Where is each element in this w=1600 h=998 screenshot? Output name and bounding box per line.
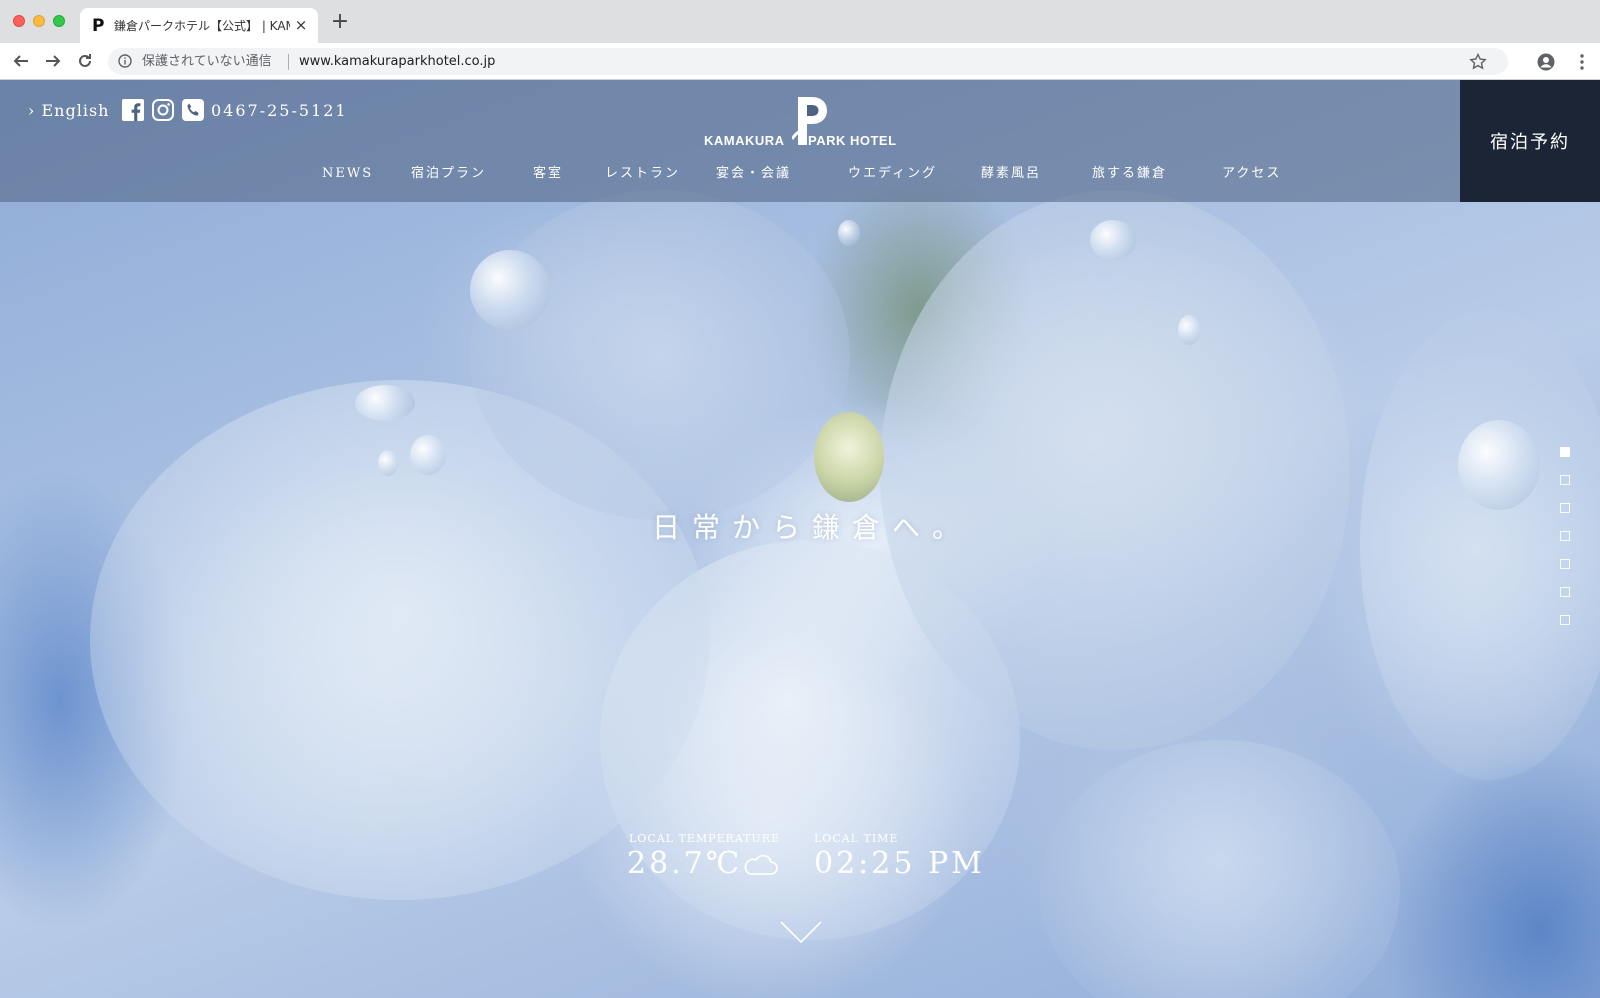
address-bar[interactable]: 保護されていない通信 www.kamakuraparkhotel.co.jp xyxy=(108,48,1508,75)
slide-dot[interactable] xyxy=(1560,615,1570,625)
water-droplet xyxy=(1178,315,1200,345)
scroll-down-chevron-icon[interactable] xyxy=(780,920,822,944)
browser-tab-active[interactable]: P 鎌倉パークホテル【公式】 | KAMAKURA PARK HOTEL × xyxy=(80,8,318,43)
nav-item-rooms[interactable]: 客室 xyxy=(533,165,563,183)
nav-item-banquet[interactable]: 宴会・会議 xyxy=(716,165,791,183)
more-menu-icon[interactable] xyxy=(1574,53,1590,71)
hero-tagline: 日常から鎌倉へ。 xyxy=(652,511,973,544)
profile-icon[interactable] xyxy=(1537,53,1555,71)
logo-text-park-hotel: PARK HOTEL xyxy=(808,133,897,148)
nav-item-enzyme-bath[interactable]: 酵素風呂 xyxy=(981,165,1041,183)
reserve-label: 宿泊予約 xyxy=(1490,132,1570,153)
cloud-icon xyxy=(744,854,778,875)
slide-indicator xyxy=(1560,447,1572,627)
security-status-text[interactable]: 保護されていない通信 xyxy=(142,53,272,70)
hero-section: › English 0467-25-5121 KAMAKURA PARK HOT… xyxy=(0,80,1600,998)
main-navigation: NEWS 宿泊プラン 客室 レストラン 宴会・会議 ウエディング 酵素風呂 旅す… xyxy=(0,165,1460,185)
logo-text-kamakura: KAMAKURA xyxy=(704,133,785,148)
temperature-value: 28.7℃ xyxy=(627,846,743,881)
temperature-label: LOCAL TEMPERATURE xyxy=(629,832,781,845)
reserve-button[interactable]: 宿泊予約 xyxy=(1460,80,1600,202)
close-tab-icon[interactable]: × xyxy=(292,16,310,34)
english-link[interactable]: › English xyxy=(28,100,109,122)
hero-petal xyxy=(1040,740,1400,998)
facebook-icon[interactable] xyxy=(122,99,144,121)
hotel-logo[interactable]: KAMAKURA PARK HOTEL xyxy=(704,95,904,155)
slide-dot[interactable] xyxy=(1560,559,1570,569)
site-header: › English 0467-25-5121 KAMAKURA PARK HOT… xyxy=(0,80,1460,202)
bookmark-star-icon[interactable] xyxy=(1469,53,1487,71)
info-icon[interactable] xyxy=(118,54,132,68)
water-droplet xyxy=(470,250,550,330)
instagram-icon[interactable] xyxy=(152,99,174,121)
slide-dot[interactable] xyxy=(1560,447,1570,457)
reload-button[interactable] xyxy=(73,49,97,73)
address-divider xyxy=(288,54,289,70)
time-label: LOCAL TIME xyxy=(814,832,899,845)
minimize-window-button[interactable] xyxy=(33,15,45,27)
arrow-left-icon xyxy=(13,55,28,67)
p-logo-icon: P xyxy=(92,16,105,36)
water-droplet xyxy=(355,385,415,421)
nav-item-news[interactable]: NEWS xyxy=(322,165,373,183)
water-droplet xyxy=(410,435,446,475)
slide-dot[interactable] xyxy=(1560,531,1570,541)
browser-toolbar: 保護されていない通信 www.kamakuraparkhotel.co.jp xyxy=(0,43,1600,80)
water-droplet xyxy=(838,220,860,246)
time-value: 02:25 PM xyxy=(814,846,985,881)
hero-petal xyxy=(880,190,1350,750)
phone-icon[interactable] xyxy=(182,99,204,121)
flower-center xyxy=(814,412,884,502)
tab-title: 鎌倉パークホテル【公式】 | KAMAKURA PARK HOTEL xyxy=(114,19,290,33)
forward-button[interactable] xyxy=(41,49,65,73)
close-window-button[interactable] xyxy=(13,15,25,27)
url-text[interactable]: www.kamakuraparkhotel.co.jp xyxy=(299,53,495,70)
nav-item-wedding[interactable]: ウエディング xyxy=(848,165,937,183)
nav-item-plans[interactable]: 宿泊プラン xyxy=(411,165,486,183)
slide-dot[interactable] xyxy=(1560,503,1570,513)
nav-item-access[interactable]: アクセス xyxy=(1222,165,1281,183)
back-button[interactable] xyxy=(9,49,33,73)
arrow-right-icon xyxy=(46,55,61,67)
phone-number[interactable]: 0467-25-5121 xyxy=(211,100,348,122)
slide-dot[interactable] xyxy=(1560,475,1570,485)
nav-item-travel-kamakura[interactable]: 旅する鎌倉 xyxy=(1092,165,1167,183)
browser-tab-bar: P 鎌倉パークホテル【公式】 | KAMAKURA PARK HOTEL × + xyxy=(0,0,1600,43)
slide-dot[interactable] xyxy=(1560,587,1570,597)
hero-petal xyxy=(470,190,850,520)
maximize-window-button[interactable] xyxy=(53,15,65,27)
water-droplet xyxy=(1458,420,1540,510)
nav-item-restaurant[interactable]: レストラン xyxy=(605,165,680,183)
water-droplet xyxy=(378,450,398,476)
water-droplet xyxy=(1090,220,1136,260)
new-tab-button[interactable]: + xyxy=(330,11,350,33)
reload-icon xyxy=(79,54,91,67)
